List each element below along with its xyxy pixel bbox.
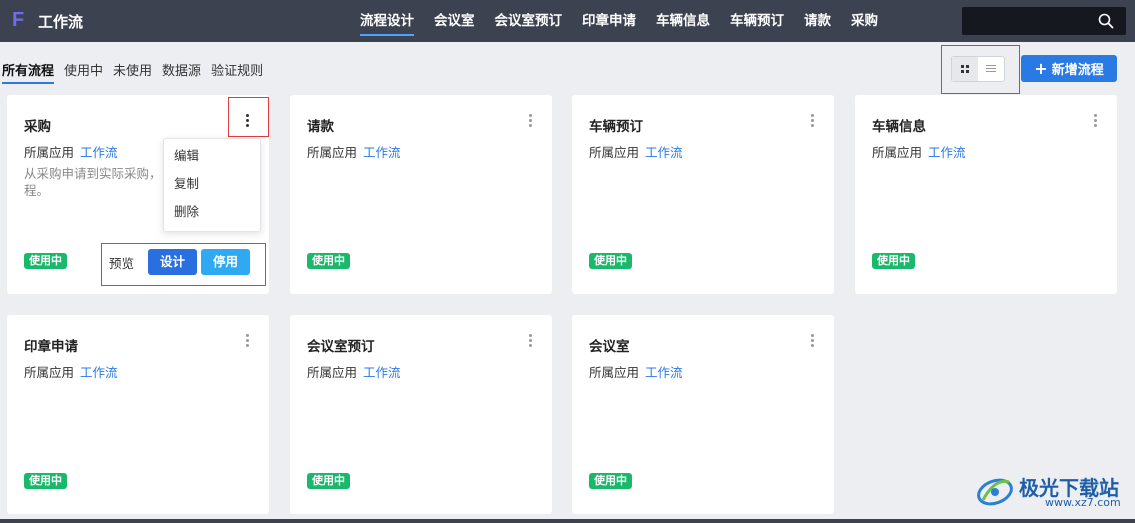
more-options-icon[interactable] xyxy=(242,111,252,129)
status-badge: 使用中 xyxy=(307,253,350,269)
card-app-info: 所属应用 工作流 xyxy=(24,362,118,381)
design-button[interactable]: 设计 xyxy=(148,249,198,275)
watermark-url: www.xz7.com xyxy=(1045,496,1121,509)
card-title: 车辆信息 xyxy=(872,119,926,135)
list-view-button[interactable] xyxy=(978,57,1004,81)
card-description-line2: 程。 xyxy=(24,183,50,198)
card-description-line1: 从采购申请到实际采购， xyxy=(24,166,162,181)
status-badge: 使用中 xyxy=(24,253,67,269)
tab-data-source[interactable]: 数据源 xyxy=(162,60,201,84)
more-options-icon[interactable] xyxy=(807,331,817,349)
nav-item-seal-request[interactable]: 印章申请 xyxy=(582,0,636,42)
more-options-icon[interactable] xyxy=(807,111,817,129)
more-options-icon[interactable] xyxy=(525,331,535,349)
card-description: 从采购申请到实际采购， 程。 xyxy=(24,165,164,199)
app-link[interactable]: 工作流 xyxy=(80,365,118,380)
watermark-logo-icon xyxy=(977,478,1013,506)
top-bar: F 工作流 流程设计 会议室 会议室预订 印章申请 车辆信息 车辆预订 请款 采… xyxy=(0,0,1135,42)
app-label: 所属应用 xyxy=(589,145,640,160)
more-options-icon[interactable] xyxy=(525,111,535,129)
card-app-info: 所属应用 工作流 xyxy=(24,142,118,161)
disable-button[interactable]: 停用 xyxy=(201,249,251,275)
app-link[interactable]: 工作流 xyxy=(363,365,401,380)
grid-icon xyxy=(961,65,969,73)
card-app-info: 所属应用 工作流 xyxy=(589,362,683,381)
app-label: 所属应用 xyxy=(307,365,358,380)
more-options-icon[interactable] xyxy=(1090,111,1100,129)
add-process-label: 新增流程 xyxy=(1051,63,1104,78)
list-icon xyxy=(986,65,996,73)
card-title: 会议室 xyxy=(589,339,630,355)
app-link[interactable]: 工作流 xyxy=(363,145,401,160)
search-icon xyxy=(1098,13,1114,29)
card-title: 车辆预订 xyxy=(589,119,643,135)
app-label: 所属应用 xyxy=(872,145,923,160)
card-app-info: 所属应用 工作流 xyxy=(589,142,683,161)
search-input[interactable] xyxy=(962,7,1086,35)
tab-in-use[interactable]: 使用中 xyxy=(64,60,103,84)
status-badge: 使用中 xyxy=(24,473,67,489)
app-link[interactable]: 工作流 xyxy=(645,365,683,380)
nav-item-vehicle-info[interactable]: 车辆信息 xyxy=(656,0,710,42)
menu-item-edit[interactable]: 编辑 xyxy=(164,146,260,174)
app-label: 所属应用 xyxy=(24,145,75,160)
process-card[interactable]: 印章申请 所属应用 工作流 使用中 xyxy=(7,315,269,514)
tab-all-processes[interactable]: 所有流程 xyxy=(2,60,55,84)
nav-item-purchase[interactable]: 采购 xyxy=(851,0,878,42)
card-title: 采购 xyxy=(24,119,51,135)
card-app-info: 所属应用 工作流 xyxy=(872,142,966,161)
app-link[interactable]: 工作流 xyxy=(645,145,683,160)
app-label: 所属应用 xyxy=(24,365,75,380)
status-badge: 使用中 xyxy=(872,253,915,269)
card-title: 请款 xyxy=(307,119,334,135)
card-title: 印章申请 xyxy=(24,339,78,355)
card-title: 会议室预订 xyxy=(307,339,375,355)
view-toggle xyxy=(951,56,1005,82)
plus-icon: + xyxy=(1034,59,1048,78)
process-card[interactable]: 会议室预订 所属应用 工作流 使用中 xyxy=(290,315,552,514)
search-button[interactable] xyxy=(1086,7,1126,35)
menu-item-delete[interactable]: 删除 xyxy=(164,202,260,230)
nav-item-meeting-booking[interactable]: 会议室预订 xyxy=(495,0,563,42)
filter-tabs: 所有流程 使用中 未使用 数据源 验证规则 xyxy=(2,60,273,84)
more-options-icon[interactable] xyxy=(242,331,252,349)
watermark: 极光下载站 www.xz7.com xyxy=(975,470,1133,512)
menu-item-copy[interactable]: 复制 xyxy=(164,174,260,202)
app-label: 所属应用 xyxy=(307,145,358,160)
nav-item-payment-request[interactable]: 请款 xyxy=(804,0,831,42)
preview-link[interactable]: 预览 xyxy=(109,253,134,272)
status-badge: 使用中 xyxy=(589,473,632,489)
app-label: 所属应用 xyxy=(589,365,640,380)
status-badge: 使用中 xyxy=(307,473,350,489)
add-process-button[interactable]: + 新增流程 xyxy=(1021,55,1117,82)
main-nav: 流程设计 会议室 会议室预订 印章申请 车辆信息 车辆预订 请款 采购 xyxy=(360,0,898,42)
nav-item-meeting-room[interactable]: 会议室 xyxy=(434,0,475,42)
bottom-strip xyxy=(0,519,1135,523)
card-app-info: 所属应用 工作流 xyxy=(307,362,401,381)
process-card[interactable]: 车辆预订 所属应用 工作流 使用中 xyxy=(572,95,834,294)
tab-validation-rules[interactable]: 验证规则 xyxy=(211,60,263,84)
nav-item-process-design[interactable]: 流程设计 xyxy=(360,0,414,42)
card-actions: 预览 设计 停用 xyxy=(109,249,251,275)
app-logo-icon: F xyxy=(12,9,25,31)
status-badge: 使用中 xyxy=(589,253,632,269)
context-menu: 编辑 复制 删除 xyxy=(163,138,261,232)
app-link[interactable]: 工作流 xyxy=(928,145,966,160)
process-card[interactable]: 车辆信息 所属应用 工作流 使用中 xyxy=(855,95,1117,294)
app-title: 工作流 xyxy=(38,13,84,31)
process-card[interactable]: 会议室 所属应用 工作流 使用中 xyxy=(572,315,834,514)
tab-unused[interactable]: 未使用 xyxy=(113,60,152,84)
grid-view-button[interactable] xyxy=(952,57,978,81)
process-card[interactable]: 请款 所属应用 工作流 使用中 xyxy=(290,95,552,294)
app-link[interactable]: 工作流 xyxy=(80,145,118,160)
nav-item-vehicle-booking[interactable]: 车辆预订 xyxy=(730,0,784,42)
card-app-info: 所属应用 工作流 xyxy=(307,142,401,161)
